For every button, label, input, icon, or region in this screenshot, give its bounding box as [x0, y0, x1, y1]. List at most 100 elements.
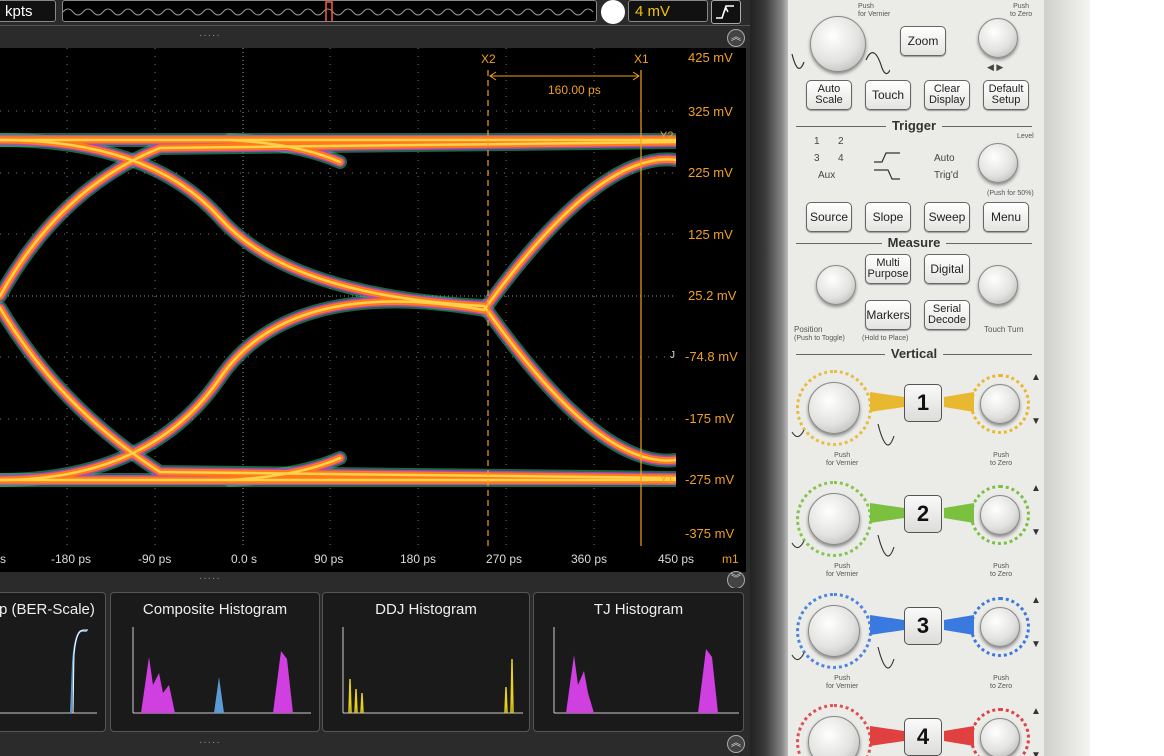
push-vernier-label: Push for Vernier: [858, 3, 891, 18]
down-arrow-icon: ▼: [1031, 750, 1041, 756]
channel-color-bar: [870, 503, 904, 523]
tj-histogram-panel[interactable]: TJ Histogram: [533, 592, 744, 732]
channel-color-bar: [870, 615, 904, 635]
channel-scale-readout[interactable]: 4 mV: [628, 0, 708, 22]
sine-wave-icon: [791, 423, 895, 446]
trigger-ch2-indicator: 2: [838, 136, 844, 147]
level-marker[interactable]: J: [670, 350, 675, 361]
push-zero-label: Push to Zero: [990, 563, 1013, 578]
x-tick-label: 360 ps: [571, 552, 608, 566]
up-arrow-icon: ▲: [1031, 706, 1041, 717]
composite-histogram-panel[interactable]: Composite Histogram: [110, 592, 320, 732]
collapse-up-icon[interactable]: ︽: [727, 735, 745, 753]
touch-turn-knob[interactable]: [978, 265, 1018, 305]
trigger-status-indicator: [601, 0, 625, 24]
marker-m1-label[interactable]: m1: [722, 552, 739, 566]
slope-edges-icon: [874, 152, 900, 180]
vertical-offset-knob[interactable]: [980, 607, 1020, 647]
position-label: Position: [794, 325, 823, 334]
trigger-ch3-indicator: 3: [814, 153, 820, 164]
zoom-button[interactable]: Zoom: [900, 26, 946, 56]
pane-resize-grip[interactable]: ·····: [199, 573, 221, 584]
ber-scale-panel[interactable]: p (BER-Scale): [0, 592, 106, 732]
sweep-button[interactable]: Sweep: [924, 202, 970, 232]
y-tick-label: -175 mV: [685, 411, 735, 426]
panel-title: Composite Histogram: [142, 601, 288, 618]
digital-button[interactable]: Digital: [924, 254, 970, 284]
clear-display-button[interactable]: Clear Display: [924, 80, 970, 110]
cursor-x2-label[interactable]: X2: [481, 52, 496, 66]
measure-section: Measure: [796, 235, 1032, 250]
y-tick-label: 125 mV: [688, 227, 733, 242]
cursor-y1-label[interactable]: Y1: [660, 474, 673, 486]
vertical-offset-knob[interactable]: [980, 384, 1020, 424]
slope-button[interactable]: Slope: [865, 202, 911, 232]
waveform-overview[interactable]: [62, 0, 597, 22]
trigger-mode-auto: Auto: [934, 153, 955, 164]
x-tick-label: -90 ps: [138, 552, 172, 566]
level-label: Level: [1017, 133, 1034, 140]
touch-turn-label: Touch Turn: [984, 325, 1024, 334]
trigger-aux-indicator: Aux: [818, 170, 836, 181]
ddj-histogram-panel[interactable]: DDJ Histogram: [322, 592, 530, 732]
cursor-delta-readout: 160.00 ps: [548, 83, 601, 97]
trigger-edge-icon[interactable]: [711, 0, 741, 24]
channel-button[interactable]: 2: [904, 495, 942, 533]
vertical-section-title: Vertical: [884, 346, 944, 361]
push-zero-label: Push to Zero: [990, 675, 1013, 690]
pane-resize-grip[interactable]: ·····: [199, 737, 221, 748]
x-tick-label: 0.0 s: [231, 552, 258, 566]
panel-title: DDJ Histogram: [375, 601, 477, 618]
push-toggle-label: (Push to Toggle): [794, 335, 845, 342]
y-tick-label: -275 mV: [685, 472, 735, 487]
channel-number: 2: [916, 501, 930, 526]
multi-purpose-button[interactable]: Multi Purpose: [865, 254, 911, 284]
auto-scale-button[interactable]: Auto Scale: [806, 80, 852, 110]
jitter-histogram-area: p (BER-Scale) Composite Histogram DDJ Hi…: [0, 588, 746, 736]
hold-place-label: (Hold to Place): [862, 335, 909, 342]
y-tick-label: 25.2 mV: [688, 288, 737, 303]
x-tick-label: s: [0, 552, 6, 566]
trigger-level-knob[interactable]: [978, 143, 1018, 183]
vertical-offset-knob[interactable]: [980, 718, 1020, 756]
channel-button[interactable]: 3: [904, 607, 942, 645]
trigger-edge-glyph: [716, 5, 734, 19]
collapse-down-icon[interactable]: ︾: [727, 571, 745, 589]
cursor-x1-label[interactable]: X1: [634, 52, 649, 66]
eye-diagram-graticule[interactable]: X2 X1 160.00 ps Y2 Y1: [0, 48, 676, 546]
vertical-offset-knob[interactable]: [980, 495, 1020, 535]
y-tick-label: -74.8 mV: [685, 349, 738, 364]
panel-title: TJ Histogram: [593, 601, 684, 618]
sine-wave-icon: [791, 534, 895, 557]
collapse-up-icon[interactable]: ︽: [727, 29, 745, 47]
serial-decode-button[interactable]: Serial Decode: [924, 300, 970, 330]
touch-button[interactable]: Touch: [865, 80, 911, 110]
push-50-label: (Push for 50%): [987, 190, 1034, 197]
source-button[interactable]: Source: [806, 202, 852, 232]
trigger-ch4-indicator: 4: [838, 153, 844, 164]
y-tick-label: 325 mV: [688, 104, 733, 119]
overview-waveform-icon: [63, 1, 594, 21]
left-right-arrows-icon: ◀ ▶: [987, 62, 1004, 72]
panel-edge: [1044, 0, 1090, 756]
measure-section-title: Measure: [881, 235, 947, 250]
menu-button[interactable]: Menu: [983, 202, 1029, 232]
horizontal-position-knob[interactable]: [978, 18, 1018, 58]
panel-title: p (BER-Scale): [0, 601, 95, 618]
vertical-section: Vertical: [796, 346, 1032, 361]
channel-button[interactable]: 4: [904, 718, 942, 756]
cursor-y2-label[interactable]: Y2: [660, 130, 673, 142]
push-vernier-label: Push for Vernier: [826, 563, 859, 578]
front-control-panel: Push for Vernier Push to Zero Zoom ◀ ▶ A…: [788, 0, 1044, 756]
markers-button[interactable]: Markers: [865, 300, 911, 330]
measure-position-knob[interactable]: [816, 265, 856, 305]
channel-color-bar: [870, 392, 904, 412]
default-setup-button[interactable]: Default Setup: [983, 80, 1029, 110]
memory-depth-readout[interactable]: kpts: [0, 0, 56, 22]
up-arrow-icon: ▲: [1031, 372, 1041, 383]
pane-resize-grip[interactable]: ·····: [199, 30, 221, 41]
down-arrow-icon: ▼: [1031, 527, 1041, 538]
x-tick-label: -180 ps: [51, 552, 92, 566]
channel-button[interactable]: 1: [904, 384, 942, 422]
push-vernier-label: Push for Vernier: [826, 675, 859, 690]
